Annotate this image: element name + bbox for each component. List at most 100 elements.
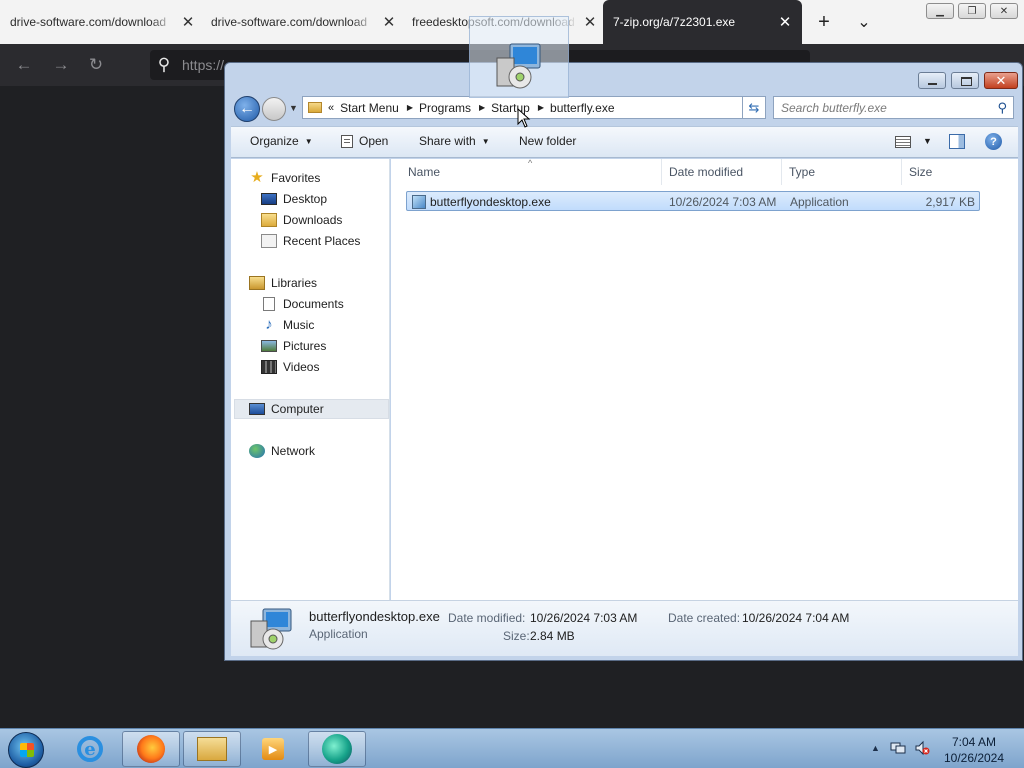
breadcrumb-arrow-icon[interactable]: ▶: [407, 103, 413, 112]
show-hidden-icons-icon[interactable]: ▲: [871, 743, 880, 753]
breadcrumb-butterfly[interactable]: butterfly.exe: [550, 101, 614, 115]
browser-minimize-button[interactable]: ▁: [926, 3, 954, 19]
explorer-window: ✕ ← ▼ « Start Menu ▶ Programs ▶ Startup …: [224, 62, 1023, 661]
browser-tab[interactable]: drive-software.com/download ✕: [201, 0, 406, 44]
address-bar[interactable]: « Start Menu ▶ Programs ▶ Startup ▶ butt…: [302, 96, 766, 119]
new-tab-button[interactable]: +: [812, 10, 836, 34]
dropdown-arrow-icon: ▼: [304, 136, 313, 146]
libraries-icon: [249, 276, 265, 290]
mouse-cursor-icon: [517, 108, 531, 128]
plus-icon: +: [818, 10, 830, 33]
tab-list-button[interactable]: ⌄: [852, 10, 876, 34]
minimize-button[interactable]: [918, 72, 946, 89]
detail-file-type: Application: [309, 627, 368, 641]
recent-pages-dropdown[interactable]: ▼: [289, 103, 298, 113]
column-divider[interactable]: [781, 159, 782, 185]
detail-size-label: Size:: [503, 629, 530, 643]
forward-arrow-icon[interactable]: [262, 97, 286, 121]
file-type: Application: [790, 195, 849, 209]
detail-date-created: 10/26/2024 7:04 AM: [742, 611, 850, 625]
back-icon[interactable]: ←: [13, 54, 35, 76]
pictures-icon: [261, 340, 277, 352]
search-input[interactable]: Search butterfly.exe ⚲: [773, 96, 1014, 119]
nav-label: Documents: [283, 297, 344, 311]
organize-button[interactable]: Organize ▼: [250, 134, 313, 148]
column-header-date-modified[interactable]: Date modified: [669, 165, 743, 179]
browser-tab-active[interactable]: 7-zip.org/a/7z2301.exe ✕: [603, 0, 802, 44]
start-button[interactable]: [8, 732, 44, 768]
nav-label: Desktop: [283, 192, 328, 206]
folder-icon: [308, 102, 322, 113]
file-list: Name ^ Date modified Type Size butterfly…: [391, 158, 1018, 600]
column-divider[interactable]: [661, 159, 662, 185]
search-icon: ⚲: [157, 55, 171, 74]
network-tray-icon[interactable]: [890, 740, 906, 756]
nav-label: Computer: [271, 402, 324, 416]
reload-icon[interactable]: ↻: [85, 54, 107, 76]
system-clock[interactable]: 7:04 AM 10/26/2024: [936, 734, 1012, 766]
nav-label: Recent Places: [283, 234, 361, 248]
breadcrumb-arrow-icon[interactable]: ▶: [538, 103, 544, 112]
breadcrumb-programs[interactable]: Programs: [419, 101, 471, 115]
breadcrumb-arrow-icon[interactable]: ▶: [479, 103, 485, 112]
detail-file-name: butterflyondesktop.exe: [309, 609, 440, 624]
media-player-icon: ▶: [262, 738, 284, 760]
search-placeholder: Search butterfly.exe: [781, 100, 887, 115]
refresh-icon[interactable]: ⇆: [742, 96, 766, 119]
nav-item-computer[interactable]: Computer: [234, 399, 389, 419]
file-name: butterflyondesktop.exe: [430, 195, 551, 209]
share-with-button[interactable]: Share with ▼: [419, 134, 490, 148]
nav-label: Network: [271, 444, 316, 458]
open-label: Open: [359, 134, 389, 148]
clock-time: 7:04 AM: [951, 735, 997, 749]
browser-tab-title: 7-zip.org/a/7z2301.exe: [613, 15, 736, 29]
close-tab-icon[interactable]: ✕: [583, 13, 597, 31]
new-folder-button[interactable]: New folder: [519, 134, 576, 148]
windows-explorer-icon: [197, 737, 227, 761]
view-dropdown-icon[interactable]: ▼: [923, 136, 932, 146]
taskbar: e ▶ ▲ 7:04 AM 10/26/2024: [0, 728, 1024, 768]
preview-pane-icon[interactable]: [949, 134, 965, 149]
nav-label: Favorites: [271, 171, 321, 185]
browser-maximize-button[interactable]: ❐: [958, 3, 986, 19]
videos-icon: [261, 360, 277, 374]
close-tab-icon[interactable]: ✕: [778, 13, 792, 31]
overflow-chevron[interactable]: «: [328, 102, 334, 114]
open-button[interactable]: Open: [341, 134, 388, 148]
downloads-folder-icon: [261, 213, 277, 227]
column-divider[interactable]: [901, 159, 902, 185]
taskbar-firefox[interactable]: [122, 731, 180, 767]
taskbar-media-player[interactable]: ▶: [244, 731, 302, 767]
back-arrow-icon[interactable]: ←: [234, 96, 260, 122]
column-header-name[interactable]: Name: [408, 165, 440, 179]
volume-muted-icon[interactable]: [914, 740, 930, 756]
breadcrumb-start-menu[interactable]: Start Menu: [340, 101, 399, 115]
change-view-icon[interactable]: [895, 136, 911, 148]
close-tab-icon[interactable]: ✕: [181, 13, 195, 31]
installer-icon: [496, 43, 541, 89]
firefox-icon: [137, 735, 165, 763]
browser-close-button[interactable]: ✕: [990, 3, 1018, 19]
detail-date-created-label: Date created:: [668, 611, 741, 625]
url-text: https://: [182, 57, 225, 73]
column-header-size[interactable]: Size: [909, 165, 932, 179]
close-button[interactable]: ✕: [984, 72, 1018, 89]
recent-places-icon: [261, 234, 277, 248]
close-tab-icon[interactable]: ✕: [382, 13, 396, 31]
taskbar-windows-explorer[interactable]: [183, 731, 241, 767]
help-icon[interactable]: ?: [985, 133, 1002, 150]
nav-item-favorites[interactable]: ★ Favorites: [249, 168, 406, 188]
file-size: 2,917 KB: [925, 195, 975, 209]
file-date-modified: 10/26/2024 7:03 AM: [669, 195, 777, 209]
forward-icon[interactable]: →: [50, 54, 72, 76]
maximize-button[interactable]: [951, 72, 979, 89]
browser-tab[interactable]: drive-software.com/download ✕: [0, 0, 205, 44]
table-row[interactable]: butterflyondesktop.exe 10/26/2024 7:03 A…: [406, 191, 980, 211]
taskbar-app[interactable]: [308, 731, 366, 767]
nav-label: Libraries: [271, 276, 318, 290]
nav-item-libraries[interactable]: Libraries: [249, 273, 406, 293]
column-header-type[interactable]: Type: [789, 165, 815, 179]
taskbar-internet-explorer[interactable]: e: [61, 731, 119, 767]
nav-label: Videos: [283, 360, 320, 374]
nav-item-network[interactable]: Network: [249, 441, 406, 461]
